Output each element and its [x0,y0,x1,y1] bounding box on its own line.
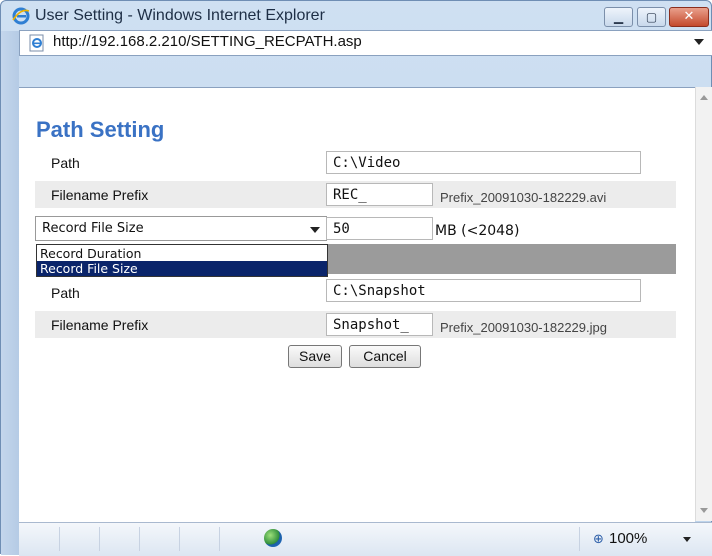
close-button[interactable]: ✕ [669,7,709,27]
zoom-dropdown-icon[interactable] [683,537,691,542]
chevron-down-icon [310,227,320,233]
title-bar[interactable]: User Setting - Windows Internet Explorer… [1,1,711,31]
scroll-down-icon[interactable] [700,508,708,513]
snapshot-prefix-input[interactable]: Snapshot_ [326,313,433,336]
maximize-button[interactable]: ▢ [637,7,666,27]
globe-icon [264,529,282,547]
snapshot-path-label: Path [51,285,80,301]
snapshot-section-bar [328,244,676,274]
snapshot-path-input[interactable]: C:\Snapshot [326,279,641,302]
record-size-hint: MB (<2048) [435,223,520,239]
scroll-up-icon[interactable] [700,95,708,100]
page-title: Path Setting [36,117,165,142]
record-prefix-input[interactable]: REC_ [326,183,433,206]
dropdown-option-selected[interactable]: Record File Size [37,261,327,276]
zoom-level[interactable]: 100% [609,530,647,547]
save-button[interactable]: Save [288,345,342,368]
status-divider [59,527,60,551]
snapshot-prefix-example: Prefix_20091030-182229.jpg [440,320,607,335]
record-mode-dropdown-list: Record Duration Record File Size [36,244,328,277]
record-mode-selected: Record File Size [42,221,144,236]
window-frame-left [1,31,19,555]
address-url: http://192.168.2.210/SETTING_RECPATH.asp [53,33,362,50]
browser-window: User Setting - Windows Internet Explorer… [0,0,712,556]
status-divider [219,527,220,551]
status-divider [139,527,140,551]
page-icon [28,34,46,52]
record-prefix-label: Filename Prefix [51,187,149,203]
window-title: User Setting - Windows Internet Explorer [35,7,325,24]
close-icon: ✕ [683,9,695,24]
address-bar: http://192.168.2.210/SETTING_RECPATH.asp [19,30,712,62]
status-divider [579,527,580,551]
status-divider [99,527,100,551]
maximize-icon: ▢ [645,10,658,24]
status-bar: ⊕ 100% [19,522,712,556]
record-prefix-example: Prefix_20091030-182229.avi [440,190,607,205]
address-field[interactable]: http://192.168.2.210/SETTING_RECPATH.asp [19,30,712,56]
minimize-icon: ▁ [613,10,624,24]
address-dropdown-icon[interactable] [694,39,704,45]
snapshot-prefix-label: Filename Prefix [51,317,149,333]
vertical-scrollbar[interactable] [695,87,712,521]
dropdown-option[interactable]: Record Duration [37,246,327,261]
minimize-button[interactable]: ▁ [604,7,633,27]
record-path-input[interactable]: C:\Video [326,151,641,174]
record-mode-select[interactable]: Record File Size [35,216,327,241]
ie-logo-icon [11,6,31,26]
magnifier-icon[interactable]: ⊕ [593,532,604,547]
cancel-button[interactable]: Cancel [349,345,421,368]
record-size-input[interactable]: 50 [326,217,433,240]
status-divider [179,527,180,551]
record-path-label: Path [51,155,80,171]
